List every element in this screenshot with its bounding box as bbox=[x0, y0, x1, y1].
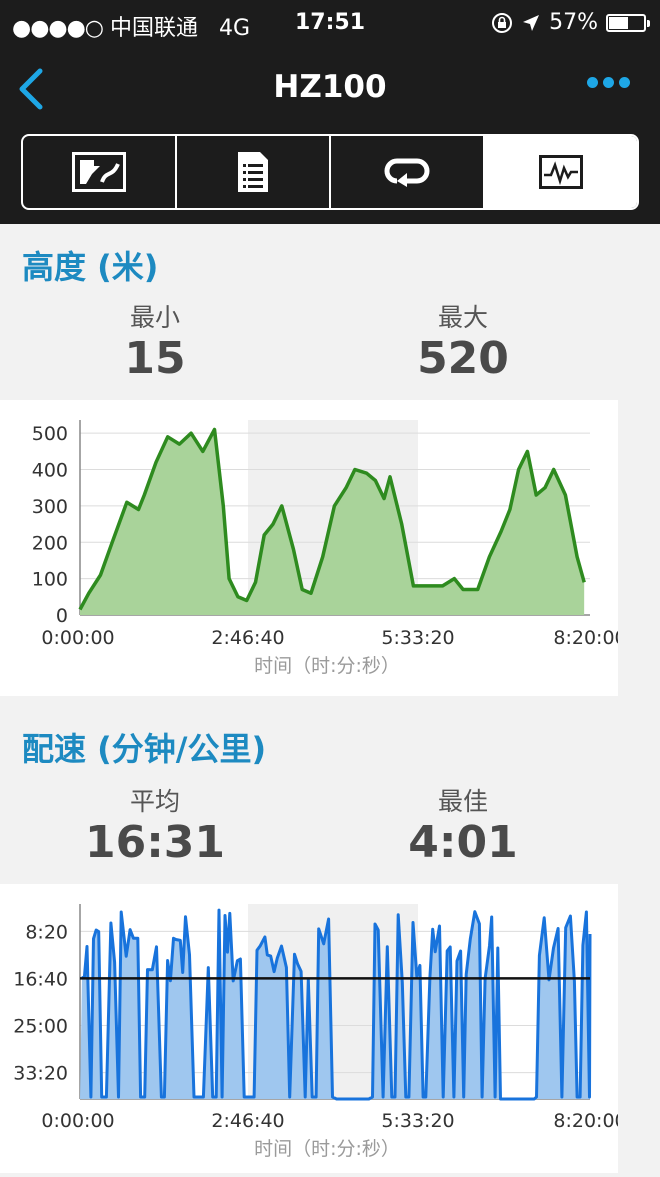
more-dot-icon bbox=[587, 77, 598, 88]
y-tick-label: 0 bbox=[56, 605, 68, 627]
navigation-bar: HZ100 bbox=[0, 55, 660, 121]
y-tick-label: 500 bbox=[32, 423, 68, 445]
list-icon bbox=[238, 152, 268, 192]
x-tick-label: 2:46:40 bbox=[211, 627, 284, 649]
x-axis-label: 时间（时:分:秒） bbox=[254, 1138, 400, 1160]
elevation-max: 最大 520 bbox=[363, 298, 563, 384]
x-tick-label: 5:33:20 bbox=[381, 1110, 454, 1132]
pace-average-label: 平均 bbox=[129, 787, 180, 816]
elevation-min: 最小 15 bbox=[55, 298, 255, 384]
pace-chart: 8:20 16:40 25:00 33:20 0:00:00 2:46:40 5:33:20… bbox=[0, 884, 627, 1173]
y-tick-label: 25:00 bbox=[13, 1016, 68, 1038]
x-tick-label: 0:00:00 bbox=[41, 627, 114, 649]
x-tick-label: 5:33:20 bbox=[381, 627, 454, 649]
map-icon bbox=[72, 152, 126, 192]
pace-title: 配速 (分钟/公里) bbox=[22, 730, 267, 768]
y-tick-label: 200 bbox=[32, 532, 68, 554]
x-tick-label: 0:00:00 bbox=[41, 1110, 114, 1132]
top-bar: ●●●●○ 中国联通 4G 17:51 57% HZ100 bbox=[0, 0, 660, 224]
elevation-title: 高度 (米) bbox=[22, 248, 159, 286]
y-tick-label: 8:20 bbox=[25, 921, 68, 943]
status-bar: ●●●●○ 中国联通 4G 17:51 57% bbox=[0, 0, 660, 46]
tab-laps[interactable] bbox=[331, 136, 485, 208]
segmented-control bbox=[21, 134, 639, 210]
elevation-min-label: 最小 bbox=[129, 303, 180, 332]
tab-details[interactable] bbox=[177, 136, 331, 208]
y-tick-label: 300 bbox=[32, 496, 68, 518]
x-tick-label: 8:20:00 bbox=[553, 627, 618, 649]
elevation-chart-svg: 0 100 200 300 400 500 0:00:00 2:46:40 5:33:20 8:2… bbox=[32, 420, 627, 677]
tab-map[interactable] bbox=[23, 136, 177, 208]
graph-icon bbox=[539, 155, 583, 189]
elevation-chart: 0 100 200 300 400 500 0:00:00 2:46:40 5:33:20 8:2… bbox=[0, 400, 627, 696]
battery-percent: 57% bbox=[549, 10, 598, 35]
pace-chart-svg: 8:20 16:40 25:00 33:20 0:00:00 2:46:40 5:33:20… bbox=[13, 904, 627, 1160]
location-arrow-icon bbox=[523, 14, 540, 31]
more-options-button[interactable] bbox=[587, 77, 630, 88]
y-tick-label: 16:40 bbox=[13, 968, 68, 990]
pace-average-value: 16:31 bbox=[84, 817, 226, 868]
elevation-max-value: 520 bbox=[417, 333, 509, 384]
pace-best: 最佳 4:01 bbox=[363, 782, 563, 868]
pace-best-value: 4:01 bbox=[408, 817, 518, 868]
y-tick-label: 100 bbox=[32, 569, 68, 591]
battery-icon bbox=[606, 13, 650, 32]
laps-icon bbox=[384, 158, 430, 187]
x-tick-label: 2:46:40 bbox=[211, 1110, 284, 1132]
rotation-lock-icon bbox=[492, 12, 513, 33]
pace-average: 平均 16:31 bbox=[55, 782, 255, 868]
y-tick-label: 33:20 bbox=[13, 1063, 68, 1085]
page-title: HZ100 bbox=[273, 69, 387, 105]
elevation-max-label: 最大 bbox=[437, 303, 488, 332]
x-tick-label: 8:20:00 bbox=[553, 1110, 618, 1132]
y-tick-label: 400 bbox=[32, 460, 68, 482]
pace-best-label: 最佳 bbox=[437, 787, 488, 816]
elevation-min-value: 15 bbox=[124, 333, 186, 384]
x-axis-label: 时间（时:分:秒） bbox=[254, 655, 400, 677]
tab-graphs[interactable] bbox=[485, 136, 637, 208]
